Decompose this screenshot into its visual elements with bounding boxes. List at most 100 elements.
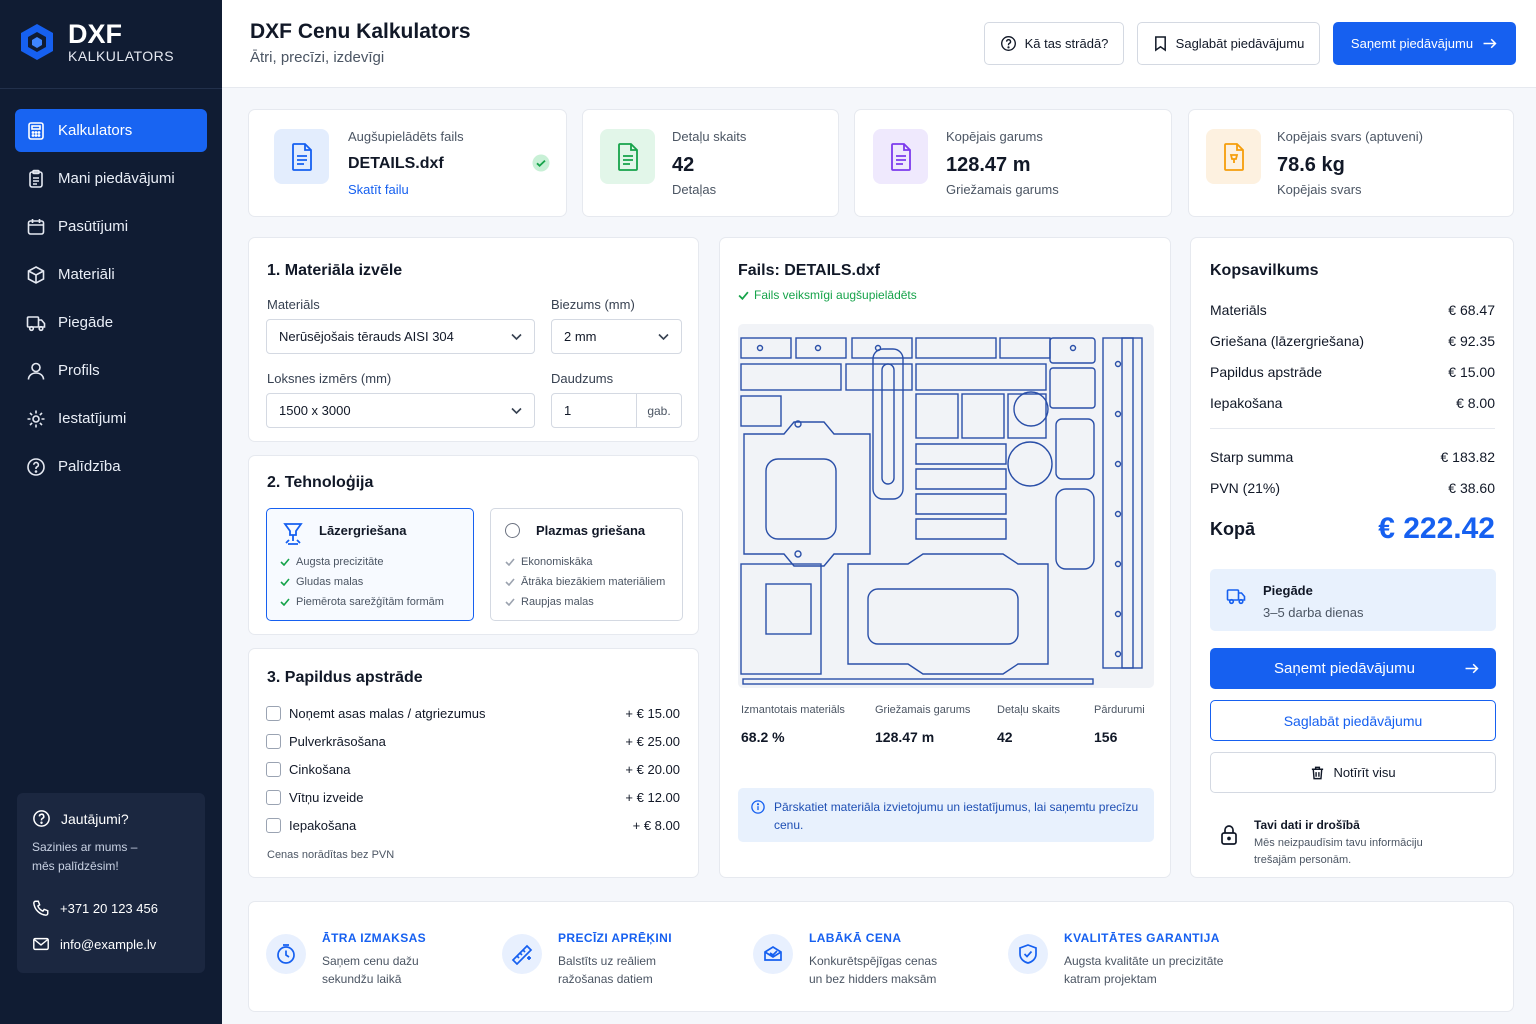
- metric-label: Izmantotais materiāls: [741, 704, 845, 716]
- technology-card: 2. Tehnoloģija Lāzergriešana Augsta prec…: [248, 455, 699, 635]
- sidebar-item-label: Iestatījumi: [58, 410, 127, 427]
- sidebar-item-piegade[interactable]: Piegāde: [15, 301, 207, 344]
- features-strip: ĀTRA IZMAKSAS Saņem cenu dažu sekundžu l…: [248, 901, 1514, 1012]
- how-it-works-button[interactable]: Kā tas strādā?: [984, 22, 1124, 65]
- summary-row-value: € 15.00: [1448, 364, 1495, 380]
- total-value: € 222.42: [1378, 512, 1495, 545]
- stat-card-weight: Kopējais svars (aptuveni) 78.6 kg Kopēja…: [1188, 109, 1514, 217]
- quantity-field: 1 gab.: [551, 393, 682, 428]
- check-icon: [505, 578, 515, 586]
- sidebar-item-label: Pasūtījumi: [58, 218, 129, 235]
- extra-checkbox[interactable]: [266, 761, 281, 777]
- total-row: Kopā € 222.42: [1210, 512, 1495, 546]
- summary-row: Iepakošana € 8.00: [1210, 395, 1495, 411]
- feature-title: LABĀKĀ CENA: [809, 931, 902, 945]
- stat-length-value: 128.47 m: [946, 154, 1031, 176]
- laser-feature: Gludas malas: [280, 576, 363, 588]
- extra-option-price: + € 20.00: [625, 761, 680, 777]
- check-icon: [280, 578, 290, 586]
- calendar-icon: [26, 217, 46, 237]
- gear-icon: [26, 409, 46, 429]
- dxf-preview-canvas[interactable]: [738, 324, 1154, 688]
- sidebar-item-materiali[interactable]: Materiāli: [15, 253, 207, 296]
- shield-icon: [1008, 934, 1048, 974]
- quantity-input[interactable]: 1: [552, 394, 637, 427]
- extra-checkbox[interactable]: [266, 817, 281, 833]
- extra-option-price: + € 15.00: [625, 705, 680, 721]
- sidebar-item-iestatijumi[interactable]: Iestatījumi: [15, 397, 207, 440]
- plasma-feature-text: Ekonomiskāka: [521, 556, 593, 568]
- subtotal-row: Starp summa € 183.82: [1210, 449, 1495, 465]
- summary-get-offer-button[interactable]: Saņemt piedāvājumu: [1210, 648, 1496, 689]
- help-phone[interactable]: +371 20 123 456: [32, 899, 190, 917]
- help-email-text: info@example.lv: [60, 936, 157, 952]
- feature-title: ĀTRA IZMAKSAS: [322, 931, 427, 945]
- help-title-row: Jautājumi?: [32, 809, 190, 828]
- trash-icon: [1310, 765, 1325, 781]
- tech-option-plasma[interactable]: Plazmas griešana Ekonomiskāka Ātrāka bie…: [490, 508, 683, 621]
- summary-row: Papildus apstrāde € 15.00: [1210, 364, 1495, 380]
- document-lines-icon: [873, 129, 928, 184]
- sidebar-item-pasutijumi[interactable]: Pasūtījumi: [15, 205, 207, 248]
- extra-option-label: Vītņu izveide: [289, 789, 364, 805]
- vat-value: € 38.60: [1448, 480, 1495, 496]
- check-icon: [505, 598, 515, 606]
- help-phone-text: +371 20 123 456: [60, 900, 158, 916]
- logo-icon: [18, 22, 56, 62]
- thickness-label: Biezums (mm): [551, 297, 635, 312]
- clear-all-button[interactable]: Notīrīt visu: [1210, 752, 1496, 793]
- summary-get-offer-label: Saņemt piedāvājumu: [1274, 660, 1415, 677]
- plasma-radio[interactable]: [505, 523, 520, 538]
- stat-length-label: Kopējais garums: [946, 129, 1043, 144]
- extra-option-row[interactable]: Vītņu izveide + € 12.00: [266, 787, 680, 807]
- extra-checkbox[interactable]: [266, 733, 281, 749]
- summary-row-label: Iepakošana: [1210, 395, 1283, 411]
- truck-icon: [26, 313, 46, 333]
- extra-option-row[interactable]: Noņemt asas malas / atgriezumus + € 15.00: [266, 703, 680, 723]
- sidebar-item-label: Palīdzība: [58, 458, 121, 475]
- summary-save-offer-button[interactable]: Saglabāt piedāvājumu: [1210, 700, 1496, 741]
- delivery-box: Piegāde 3–5 darba dienas: [1210, 569, 1496, 631]
- delivery-title: Piegāde: [1263, 583, 1313, 598]
- arrow-right-icon: [1463, 660, 1480, 677]
- sidebar-item-label: Materiāli: [58, 266, 115, 283]
- sidebar-item-palidziba[interactable]: Palīdzība: [15, 445, 207, 488]
- page-title: DXF Cenu Kalkulators: [250, 20, 471, 43]
- sidebar-item-profils[interactable]: Profils: [15, 349, 207, 392]
- material-card: 1. Materiāla izvēle Materiāls Nerūsējoša…: [248, 237, 699, 442]
- clipboard-icon: [26, 169, 46, 189]
- get-offer-button[interactable]: Saņemt piedāvājumu: [1333, 22, 1516, 65]
- view-file-link[interactable]: Skatīt failu: [348, 182, 409, 197]
- sidebar-item-mani-piedavajumi[interactable]: Mani piedāvājumi: [15, 157, 207, 200]
- metric-label: Detaļu skaits: [997, 704, 1060, 716]
- document-icon: [600, 129, 655, 184]
- plasma-feature: Ātrāka biezākiem materiāliem: [505, 576, 665, 588]
- extra-checkbox[interactable]: [266, 705, 281, 721]
- sidebar-item-kalkulators[interactable]: Kalkulators: [15, 109, 207, 152]
- preview-card: Fails: DETAILS.dxf Fails veiksmīgi augšu…: [719, 237, 1171, 878]
- help-email[interactable]: info@example.lv: [32, 935, 190, 953]
- stat-parts-value: 42: [672, 154, 695, 176]
- tech-option-laser[interactable]: Lāzergriešana Augsta precizitāte Gludas …: [266, 508, 474, 621]
- plasma-feature: Ekonomiskāka: [505, 556, 593, 568]
- chevron-down-icon: [658, 333, 669, 341]
- thickness-select[interactable]: 2 mm: [551, 319, 682, 354]
- extra-checkbox[interactable]: [266, 789, 281, 805]
- feature-title: PRECĪZI APRĒĶINI: [558, 931, 672, 945]
- extra-option-row[interactable]: Cinkošana + € 20.00: [266, 759, 680, 779]
- sheet-size-select[interactable]: 1500 x 3000: [266, 393, 535, 428]
- logo[interactable]: DXF KALKULATORS: [18, 20, 174, 64]
- material-select[interactable]: Nerūsējošais tērauds AISI 304: [266, 319, 535, 354]
- extra-option-row[interactable]: Iepakošana + € 8.00: [266, 815, 680, 835]
- stat-card-length: Kopējais garums 128.47 m Griežamais garu…: [854, 109, 1172, 217]
- plasma-feature-text: Ātrāka biezākiem materiāliem: [521, 576, 666, 588]
- extra-option-price: + € 8.00: [632, 817, 680, 833]
- info-icon: [751, 800, 765, 814]
- metric-value: 42: [997, 729, 1013, 745]
- sidebar-item-label: Mani piedāvājumi: [58, 170, 175, 187]
- extra-option-row[interactable]: Pulverkrāsošana + € 25.00: [266, 731, 680, 751]
- chevron-down-icon: [511, 407, 522, 415]
- save-offer-button[interactable]: Saglabāt piedāvājumu: [1137, 22, 1320, 65]
- extras-note: Cenas norādītas bez PVN: [267, 849, 395, 861]
- summary-row: Griešana (lāzergriešana) € 92.35: [1210, 333, 1495, 349]
